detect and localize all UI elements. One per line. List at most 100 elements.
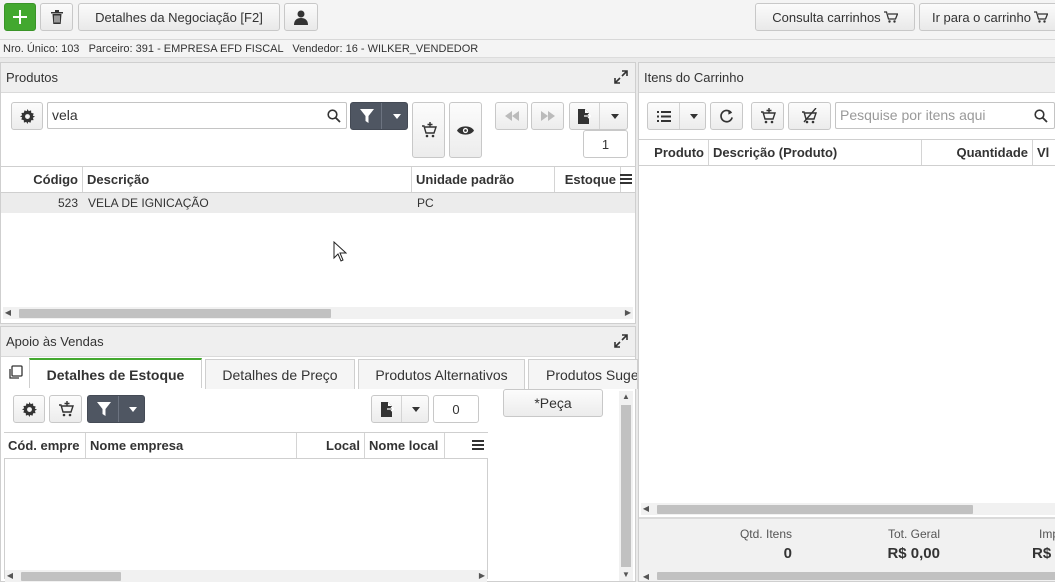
col-local[interactable]: Local (297, 433, 365, 458)
tab-produtos-sugeridos[interactable]: Produtos Suge (528, 359, 638, 389)
filter-button[interactable] (350, 102, 408, 130)
chevron-down-icon (129, 407, 137, 412)
col-estoque[interactable]: Estoque (555, 167, 621, 192)
consult-carts-button[interactable]: Consulta carrinhos (755, 3, 915, 31)
scroll-left-icon[interactable]: ◀ (3, 307, 13, 319)
cart-list-view-button[interactable] (647, 102, 706, 130)
col-unidade-padrao[interactable]: Unidade padrão (412, 167, 555, 192)
scroll-thumb[interactable] (657, 505, 973, 514)
scroll-thumb[interactable] (21, 572, 121, 581)
trash-icon (50, 10, 63, 24)
delete-button[interactable] (40, 3, 73, 31)
cart-add-icon (760, 108, 776, 124)
stock-grid-body (4, 459, 488, 579)
scroll-down-icon[interactable]: ▼ (619, 569, 633, 581)
add-button[interactable] (4, 3, 36, 31)
cart-add-item-button[interactable] (751, 102, 784, 130)
user-icon (294, 10, 308, 25)
export-file-icon (578, 108, 591, 124)
export-file-icon (381, 401, 394, 417)
cart-remove-icon (802, 108, 817, 124)
gear-icon (19, 108, 35, 124)
chevron-down-icon (690, 114, 698, 119)
negotiation-details-button[interactable]: Detalhes da Negociação [F2] (78, 3, 280, 31)
col-cod-empresa[interactable]: Cód. empre (4, 433, 86, 458)
col-descricao[interactable]: Descrição (83, 167, 412, 192)
stock-grid-header: Cód. empre Nome empresa Local Nome local (4, 432, 488, 459)
chevron-down-icon (393, 114, 401, 119)
stock-export-button[interactable] (371, 395, 429, 423)
stock-cart-button[interactable] (49, 395, 82, 423)
cart-hscrollbar[interactable]: ◀ (641, 503, 1055, 515)
column-menu-icon[interactable] (472, 440, 484, 452)
view-button[interactable] (449, 102, 482, 158)
cart-search-placeholder: Pesquise por itens aqui (840, 107, 986, 123)
cart-icon (883, 11, 898, 23)
add-to-cart-button[interactable] (412, 102, 445, 158)
scroll-right-icon[interactable]: ▶ (477, 570, 487, 582)
cart-add-icon (58, 401, 74, 417)
cart-summary-hscrollbar[interactable]: ◀ (641, 571, 1055, 581)
stock-settings-button[interactable] (13, 395, 45, 423)
scroll-left-icon[interactable]: ◀ (641, 571, 651, 582)
scroll-left-icon[interactable]: ◀ (5, 570, 15, 582)
sales-support-tabbar: Detalhes de Estoque Detalhes de Preço Pr… (1, 357, 638, 389)
table-row[interactable]: 523 VELA DE IGNICAÇÃO PC (1, 193, 635, 213)
user-button[interactable] (284, 3, 318, 31)
go-to-cart-button[interactable]: Ir para o carrinho (919, 3, 1055, 31)
stock-filter-button[interactable] (87, 395, 145, 423)
expand-icon[interactable] (614, 70, 628, 84)
cart-search-input[interactable]: Pesquise por itens aqui (835, 102, 1055, 129)
col-produto[interactable]: Produto (639, 140, 709, 165)
mouse-cursor-icon (333, 241, 347, 262)
filter-icon (360, 109, 374, 123)
clear-cart-button[interactable] (788, 102, 831, 130)
search-icon[interactable] (327, 109, 341, 123)
tab-produtos-alternativos[interactable]: Produtos Alternativos (358, 359, 525, 389)
col-valor[interactable]: Vl (1033, 140, 1055, 165)
chevron-down-icon (412, 407, 420, 412)
product-search-input[interactable]: vela (47, 102, 347, 129)
products-page-number[interactable]: 1 (583, 130, 628, 158)
cell-codigo: 523 (57, 196, 78, 210)
col-nome-local[interactable]: Nome local (365, 433, 445, 458)
stock-hscrollbar[interactable]: ◀ ▶ (5, 570, 487, 582)
refresh-button[interactable] (710, 102, 743, 130)
cell-descricao: VELA DE IGNICAÇÃO (88, 196, 209, 210)
scroll-left-icon[interactable]: ◀ (641, 503, 651, 515)
stock-page-number[interactable]: 0 (433, 395, 479, 423)
chevron-down-icon (611, 114, 619, 119)
col-codigo[interactable]: Código (1, 167, 83, 192)
sales-support-header: Apoio às Vendas (1, 327, 635, 357)
scroll-thumb[interactable] (621, 405, 631, 567)
col-nome-empresa[interactable]: Nome empresa (86, 433, 297, 458)
col-quantidade[interactable]: Quantidade (922, 140, 1033, 165)
products-grid-header: Código Descrição Unidade padrão Estoque (1, 166, 635, 193)
export-button[interactable] (569, 102, 628, 130)
products-hscrollbar[interactable]: ◀ ▶ (3, 307, 633, 319)
peca-button[interactable]: *Peça (503, 389, 603, 417)
fast-forward-icon (540, 111, 555, 121)
tab-detalhes-estoque[interactable]: Detalhes de Estoque (29, 358, 202, 388)
first-page-button[interactable] (495, 102, 528, 130)
product-search-value: vela (52, 107, 78, 123)
scroll-up-icon[interactable]: ▲ (619, 391, 633, 403)
search-icon[interactable] (1034, 109, 1048, 123)
scroll-thumb[interactable] (19, 309, 331, 318)
cart-grid-header: Produto Descrição (Produto) Quantidade V… (639, 139, 1055, 166)
scroll-right-icon[interactable]: ▶ (623, 307, 633, 319)
settings-button[interactable] (11, 102, 43, 130)
next-page-button[interactable] (531, 102, 564, 130)
side-vscrollbar[interactable]: ▲ ▼ (619, 391, 633, 581)
column-menu-icon[interactable] (620, 174, 632, 186)
col-descricao-produto[interactable]: Descrição (Produto) (709, 140, 922, 165)
expand-icon[interactable] (614, 334, 628, 348)
scroll-thumb[interactable] (657, 572, 1055, 580)
copy-icon[interactable] (8, 365, 23, 380)
imp-label: Imp (1039, 527, 1055, 541)
tot-geral-label: Tot. Geral (887, 527, 940, 541)
tab-detalhes-preco[interactable]: Detalhes de Preço (205, 359, 355, 389)
tot-geral-value: R$ 0,00 (887, 545, 940, 562)
sales-support-panel: Apoio às Vendas Detalhes de Estoque Deta… (0, 326, 638, 582)
sales-support-title: Apoio às Vendas (6, 334, 104, 349)
